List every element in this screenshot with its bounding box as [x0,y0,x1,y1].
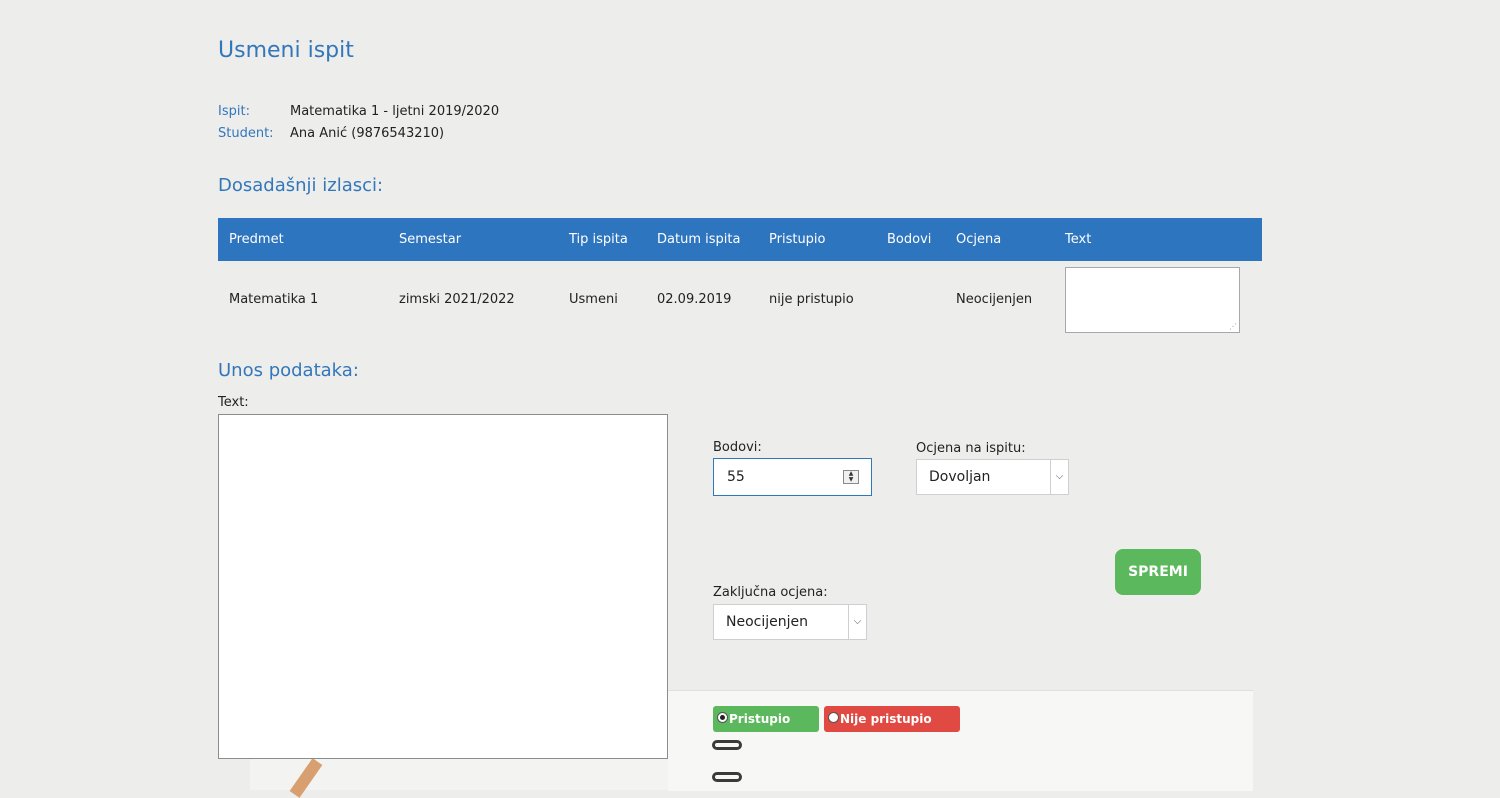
exam-label: Ispit: [218,104,250,119]
table-cell: Neocijenjen [956,292,1033,307]
table-cell: 02.09.2019 [657,292,732,307]
table-cell: nije pristupio [769,292,854,307]
table-cell: zimski 2021/2022 [399,292,515,307]
form-title: Unos podataka: [218,360,359,381]
save-button[interactable]: SPREMI [1115,549,1201,595]
spinner-arrows-icon[interactable]: ▲ ▼ [843,470,859,484]
column-header: Tip ispita [558,218,646,261]
column-header: Bodovi [876,218,945,261]
chevron-down-icon: ⌵ [1050,460,1068,494]
table-header-row: Predmet Semestar Tip ispita Datum ispita… [218,218,1262,261]
table-cell-text: ⋰ [1054,261,1262,338]
notebook-ring [712,740,742,750]
points-label: Bodovi: [713,440,762,455]
attended-radio[interactable]: Pristupio [713,706,819,732]
notebook-ring [712,772,742,782]
grade-label: Ocjena na ispitu: [916,441,1026,456]
chevron-down-icon: ⌵ [848,605,866,639]
column-header: Predmet [218,218,388,261]
table-row: Matematika 1 zimski 2021/2022 Usmeni 02.… [218,261,1262,338]
column-header: Text [1054,218,1262,261]
table-cell [876,261,945,338]
row-text-field[interactable]: ⋰ [1065,266,1240,333]
history-title: Dosadašnji izlasci: [218,175,384,196]
text-field[interactable] [218,414,668,759]
student-value: Ana Anić (9876543210) [290,126,445,141]
column-header: Datum ispita [646,218,758,261]
text-label: Text: [218,395,249,410]
column-header: Pristupio [758,218,876,261]
column-header: Semestar [388,218,558,261]
student-info-row: Student: Ana Anić (9876543210) [218,126,444,141]
final-grade-selected-value: Neocijenjen [726,614,808,630]
student-label: Student: [218,126,274,141]
not-attended-radio[interactable]: Nije pristupio [824,706,960,732]
final-grade-label: Zaključna ocjena: [713,585,828,600]
grade-selected-value: Dovoljan [929,469,991,485]
not-attended-label: Nije pristupio [840,712,932,726]
attended-label: Pristupio [729,712,791,726]
exam-value: Matematika 1 - ljetni 2019/2020 [290,104,500,119]
radio-unchecked-icon[interactable] [828,712,839,723]
table-cell: Usmeni [569,292,618,307]
radio-checked-icon[interactable] [717,712,728,723]
points-value: 55 [727,469,745,485]
final-grade-select[interactable]: Neocijenjen ⌵ [713,604,867,640]
column-header: Ocjena [945,218,1054,261]
page-title: Usmeni ispit [218,38,354,63]
exam-info-row: Ispit: Matematika 1 - ljetni 2019/2020 [218,104,499,119]
table-cell: Matematika 1 [229,292,319,307]
exam-history-table: Predmet Semestar Tip ispita Datum ispita… [218,218,1262,338]
points-input[interactable]: 55 ▲ ▼ [713,458,872,496]
grade-select[interactable]: Dovoljan ⌵ [916,459,1069,495]
resize-grip-icon[interactable]: ⋰ [1229,322,1237,331]
